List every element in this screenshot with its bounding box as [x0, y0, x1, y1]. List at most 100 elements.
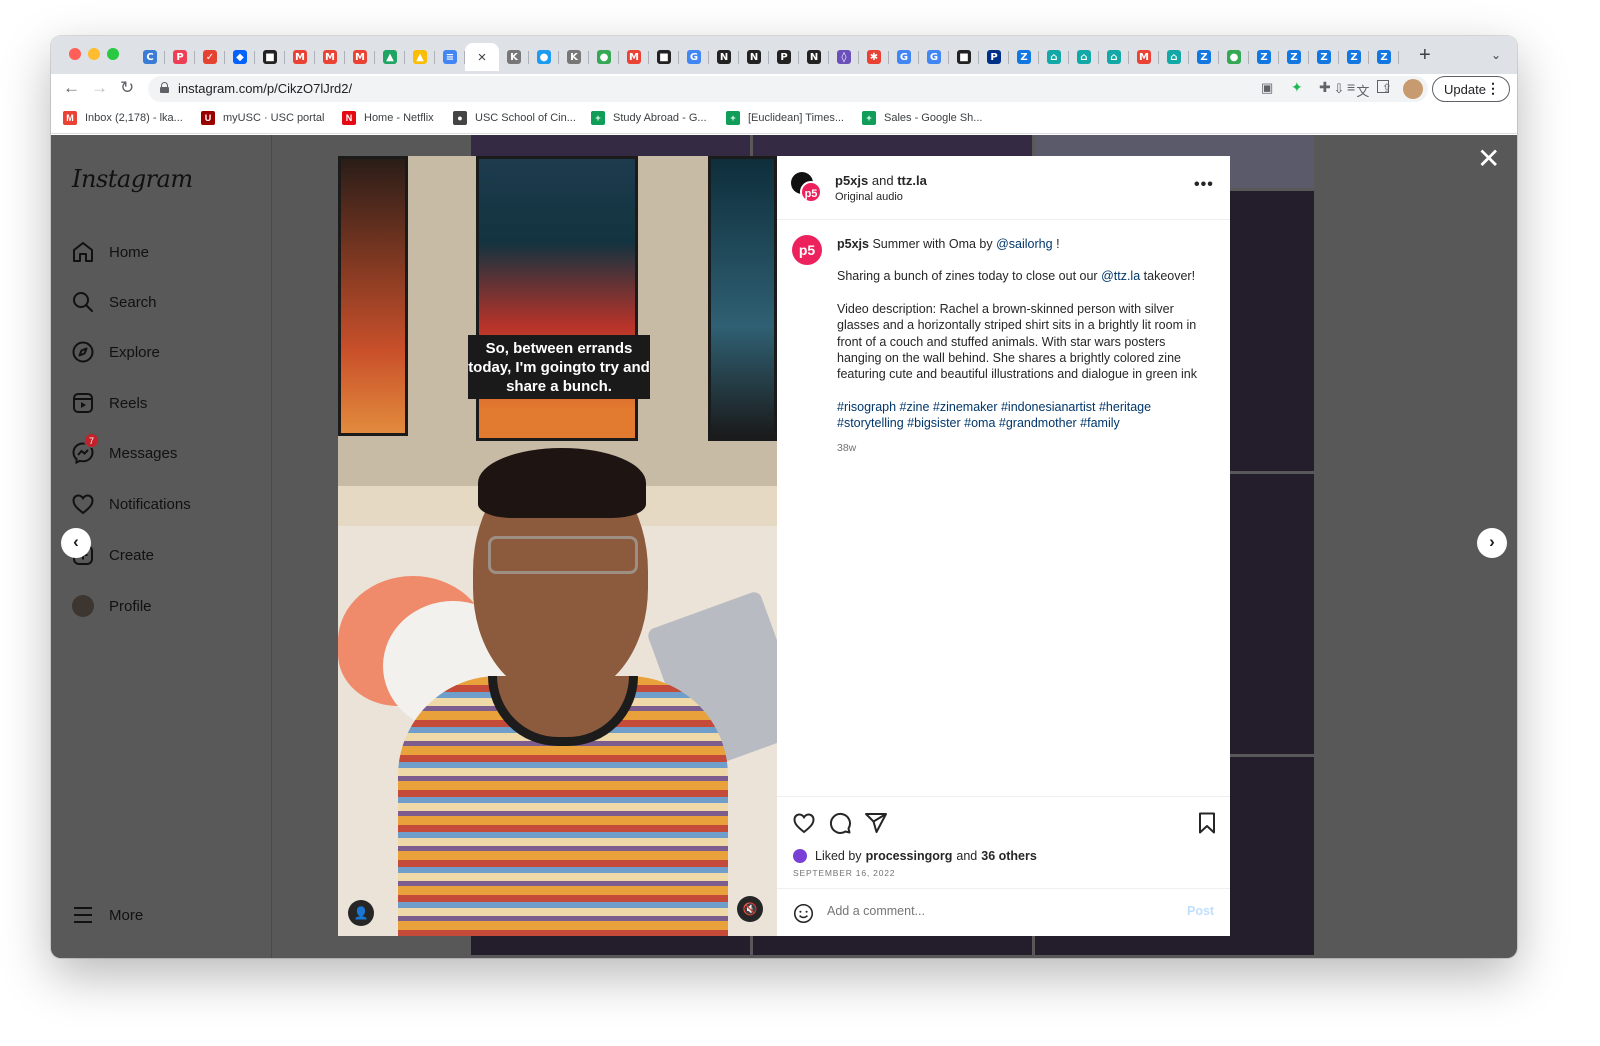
zoom-window-button[interactable]	[107, 48, 119, 60]
translate-icon[interactable]: 文	[1356, 81, 1369, 100]
tab[interactable]: P	[769, 43, 799, 71]
tab[interactable]: Z	[1279, 43, 1309, 71]
tab[interactable]: ■	[949, 43, 979, 71]
tab[interactable]: ●	[1219, 43, 1249, 71]
mention-ttzla[interactable]: @ttz.la	[1101, 269, 1140, 283]
tab[interactable]: ■	[649, 43, 679, 71]
url-text[interactable]: instagram.com/p/CikzO7lJrd2/	[178, 81, 352, 96]
liker-username[interactable]: processingorg	[866, 849, 953, 863]
bookmark-item[interactable]: + [Euclidean] Times...	[726, 111, 844, 125]
original-audio-link[interactable]: Original audio	[835, 191, 903, 203]
tagged-people-icon[interactable]: 👤	[348, 900, 374, 926]
tab[interactable]: ≡	[435, 43, 465, 71]
reload-icon[interactable]: ↻	[120, 79, 134, 97]
tab[interactable]: ▲	[375, 43, 405, 71]
tab[interactable]: Z	[1339, 43, 1369, 71]
nav-reels[interactable]: Reels	[71, 389, 147, 417]
tab-search-chevron-icon[interactable]: ⌄	[1491, 48, 1501, 62]
bookmark-item[interactable]: M Inbox (2,178) - lka...	[63, 111, 183, 125]
caption-username[interactable]: p5xjs	[837, 237, 869, 251]
mention-sailorhg[interactable]: @sailorhg	[996, 237, 1052, 251]
tab[interactable]: ●	[529, 43, 559, 71]
previous-post-chevron-icon[interactable]: ‹	[61, 528, 91, 558]
tab[interactable]: M	[1129, 43, 1159, 71]
menu-kebab-icon[interactable]: ⋮	[1486, 80, 1500, 97]
nav-profile[interactable]: Profile	[71, 592, 152, 620]
bookmark-item[interactable]: + Study Abroad - G...	[591, 111, 707, 125]
tab[interactable]: Z	[1189, 43, 1219, 71]
tab[interactable]: P	[979, 43, 1009, 71]
tab[interactable]: K	[499, 43, 529, 71]
comment-input[interactable]	[827, 904, 1147, 918]
extension-grammarly-icon[interactable]: ▣	[1261, 80, 1273, 96]
nav-notifications[interactable]: Notifications	[71, 490, 191, 518]
tab[interactable]: G	[889, 43, 919, 71]
mute-icon[interactable]: 🔇	[737, 896, 763, 922]
reading-list-icon[interactable]: ≡	[1347, 79, 1355, 95]
bookmark-item[interactable]: UmyUSC · USC portal	[201, 111, 324, 125]
author-ttzla[interactable]: ttz.la	[897, 173, 927, 188]
tab[interactable]: N	[709, 43, 739, 71]
tab[interactable]: ⌂	[1099, 43, 1129, 71]
next-post-chevron-icon[interactable]: ›	[1477, 528, 1507, 558]
instagram-logo[interactable]: Instagram	[72, 165, 193, 193]
save-bookmark-icon[interactable]	[1195, 811, 1219, 840]
close-window-button[interactable]	[69, 48, 81, 60]
tab[interactable]: P	[165, 43, 195, 71]
collab-avatars[interactable]: p5	[791, 172, 823, 204]
caption-avatar[interactable]: p5	[792, 235, 822, 265]
tab[interactable]: ⌂	[1039, 43, 1069, 71]
tab[interactable]: ⌂	[1069, 43, 1099, 71]
tab[interactable]: ◊	[829, 43, 859, 71]
tab[interactable]: K	[559, 43, 589, 71]
lock-icon[interactable]	[160, 82, 169, 93]
new-tab-button[interactable]: +	[1419, 45, 1431, 65]
reel-video[interactable]: So, between errands today, I'm goingto t…	[338, 156, 777, 936]
nav-explore[interactable]: Explore	[71, 338, 160, 366]
post-comment-button[interactable]: Post	[1187, 904, 1214, 918]
tab[interactable]: G	[679, 43, 709, 71]
post-age[interactable]: 38w	[837, 440, 1205, 456]
tab[interactable]: ●	[589, 43, 619, 71]
tab[interactable]: ⌂	[1159, 43, 1189, 71]
emoji-icon[interactable]	[793, 903, 814, 929]
nav-search[interactable]: Search	[71, 288, 157, 316]
nav-messages[interactable]: 7 Messages	[71, 433, 177, 467]
tab[interactable]: M	[315, 43, 345, 71]
extension-leaf-icon[interactable]: ✦	[1291, 79, 1303, 96]
like-heart-icon[interactable]	[792, 811, 816, 840]
tab[interactable]: G	[919, 43, 949, 71]
bookmark-item[interactable]: + Sales - Google Sh...	[862, 111, 982, 125]
tab[interactable]: M	[285, 43, 315, 71]
minimize-window-button[interactable]	[88, 48, 100, 60]
side-panel-icon[interactable]	[1377, 80, 1389, 93]
close-modal-icon[interactable]: ✕	[1477, 145, 1500, 173]
tab[interactable]: N	[799, 43, 829, 71]
extensions-puzzle-icon[interactable]: ✚	[1319, 79, 1331, 96]
tab[interactable]: ✓	[195, 43, 225, 71]
more-options-icon[interactable]: •••	[1194, 176, 1214, 194]
update-button[interactable]: Update ⋮	[1432, 76, 1510, 102]
author-p5xjs[interactable]: p5xjs	[835, 173, 868, 188]
liked-by[interactable]: Liked by processingorg and 36 others	[793, 849, 1041, 863]
tab[interactable]: Z	[1009, 43, 1039, 71]
tab[interactable]: N	[739, 43, 769, 71]
comment-bubble-icon[interactable]	[828, 811, 852, 840]
share-paper-plane-icon[interactable]	[864, 811, 888, 840]
install-icon[interactable]: ⇩	[1334, 81, 1345, 100]
bookmark-item[interactable]: ● USC School of Cin...	[453, 111, 576, 125]
like-count[interactable]: 36 others	[981, 849, 1037, 863]
profile-avatar[interactable]	[1403, 79, 1423, 99]
nav-more[interactable]: More	[71, 901, 143, 929]
tab[interactable]: M	[345, 43, 375, 71]
tab[interactable]: ◆	[225, 43, 255, 71]
address-bar[interactable]: instagram.com/p/CikzO7lJrd2/ ⇩ 文 ⇪ ☆	[148, 76, 1428, 102]
tab[interactable]: Z	[1369, 43, 1399, 71]
tab[interactable]: C	[135, 43, 165, 71]
tab[interactable]: ■	[255, 43, 285, 71]
tab[interactable]: ▲	[405, 43, 435, 71]
tab[interactable]: Z	[1249, 43, 1279, 71]
bookmark-item[interactable]: N Home - Netflix	[342, 111, 434, 125]
forward-arrow-icon[interactable]: →	[91, 79, 108, 97]
nav-home[interactable]: Home	[71, 238, 149, 266]
